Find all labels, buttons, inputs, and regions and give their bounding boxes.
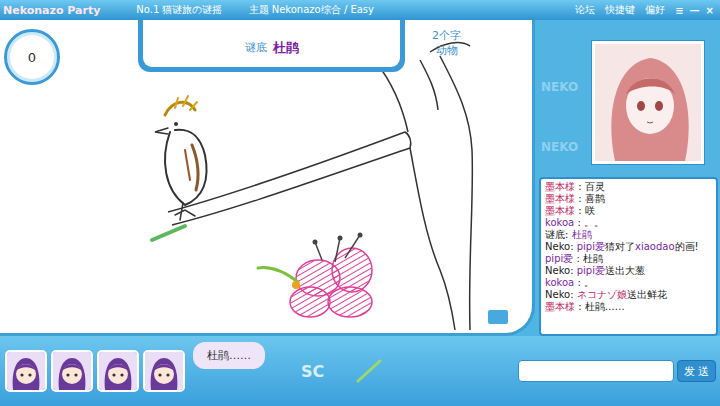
player-avatar[interactable]	[97, 350, 139, 392]
bottom-bar: 杜鹃…… SC 发 送	[0, 336, 720, 406]
speech-bubble: 杜鹃……	[193, 342, 265, 369]
answer-label: 谜底	[245, 40, 267, 55]
side-panel: NEKONEKO墨本様 : 百灵墨本様 : 喜鹊墨本様 : 咲kokoa : 。…	[535, 20, 720, 336]
player-portrait	[591, 40, 705, 165]
chat-message: 墨本様 : 杜鹃……	[545, 301, 712, 313]
eraser-icon[interactable]	[488, 310, 508, 324]
window-control[interactable]: ≡	[675, 5, 683, 16]
answer-word: 杜鹃	[273, 39, 299, 57]
brush-icon[interactable]	[354, 359, 384, 383]
drawing-canvas[interactable]: 0 谜底杜鹃 2个字动物	[0, 20, 535, 336]
player-avatar[interactable]	[51, 350, 93, 392]
chat-message: Neko: pipi爱猜对了xiaodao的画!	[545, 241, 712, 253]
chat-message: kokoa : 。。	[545, 217, 712, 229]
girl-avatar-icon	[145, 352, 183, 390]
bird-drawing	[155, 96, 207, 220]
chat-message: 墨本様 : 喜鹊	[545, 193, 712, 205]
room-name: No.1 猫谜旅の谜摇	[136, 3, 222, 17]
answer-banner: 谜底杜鹃	[138, 20, 405, 72]
chat-log: 墨本様 : 百灵墨本様 : 喜鹊墨本様 : 咲kokoa : 。。谜底: 杜鹃N…	[539, 177, 718, 336]
window-control[interactable]: ×	[706, 5, 714, 16]
chat-message: Neko: ネコナゾ娘送出鲜花	[545, 289, 712, 301]
player-avatar[interactable]	[5, 350, 47, 392]
timer-value: 0	[28, 50, 36, 65]
pen-label: SC	[301, 362, 324, 381]
girl-avatar-icon	[53, 352, 91, 390]
girl-avatar-icon	[7, 352, 45, 390]
girl-avatar-icon	[99, 352, 137, 390]
window-control[interactable]: —	[690, 5, 700, 16]
flower-drawing	[290, 233, 372, 318]
app-name: Nekonazo Party	[3, 4, 100, 17]
chat-message: 墨本様 : 百灵	[545, 181, 712, 193]
title-link[interactable]: 论坛	[575, 3, 595, 17]
chat-message: kokoa : 。	[545, 277, 712, 289]
leg-drawing	[376, 43, 472, 330]
brand-pattern: NEKO	[541, 140, 578, 154]
chat-message: 墨本様 : 咲	[545, 205, 712, 217]
leaf-drawing	[152, 226, 300, 289]
title-bar: Nekonazo Party No.1 猫谜旅の谜摇 主题 Nekonazo综合 /…	[0, 0, 720, 20]
title-link[interactable]: 快捷键	[605, 3, 635, 17]
timer-clock: 0	[4, 29, 60, 85]
brand-pattern: NEKO	[541, 80, 578, 94]
chat-message: pipi爱 : 杜鹃	[545, 253, 712, 265]
hint-length: 2个字	[432, 28, 461, 43]
send-button[interactable]: 发 送	[677, 360, 717, 382]
chat-message: Neko: pipi爱送出大葱	[545, 265, 712, 277]
branch-drawing	[168, 132, 411, 225]
title-link[interactable]: 偏好	[645, 3, 665, 17]
player-avatar[interactable]	[143, 350, 185, 392]
hint: 2个字动物	[432, 28, 461, 59]
hint-category: 动物	[436, 43, 458, 58]
chat-message: 谜底: 杜鹃	[545, 229, 712, 241]
game-window: Nekonazo Party No.1 猫谜旅の谜摇 主题 Nekonazo综合 /…	[0, 0, 720, 406]
topic-label: 主题 Nekonazo综合 / Easy	[249, 3, 375, 17]
message-input[interactable]	[518, 360, 674, 382]
portrait-picture	[595, 44, 701, 161]
